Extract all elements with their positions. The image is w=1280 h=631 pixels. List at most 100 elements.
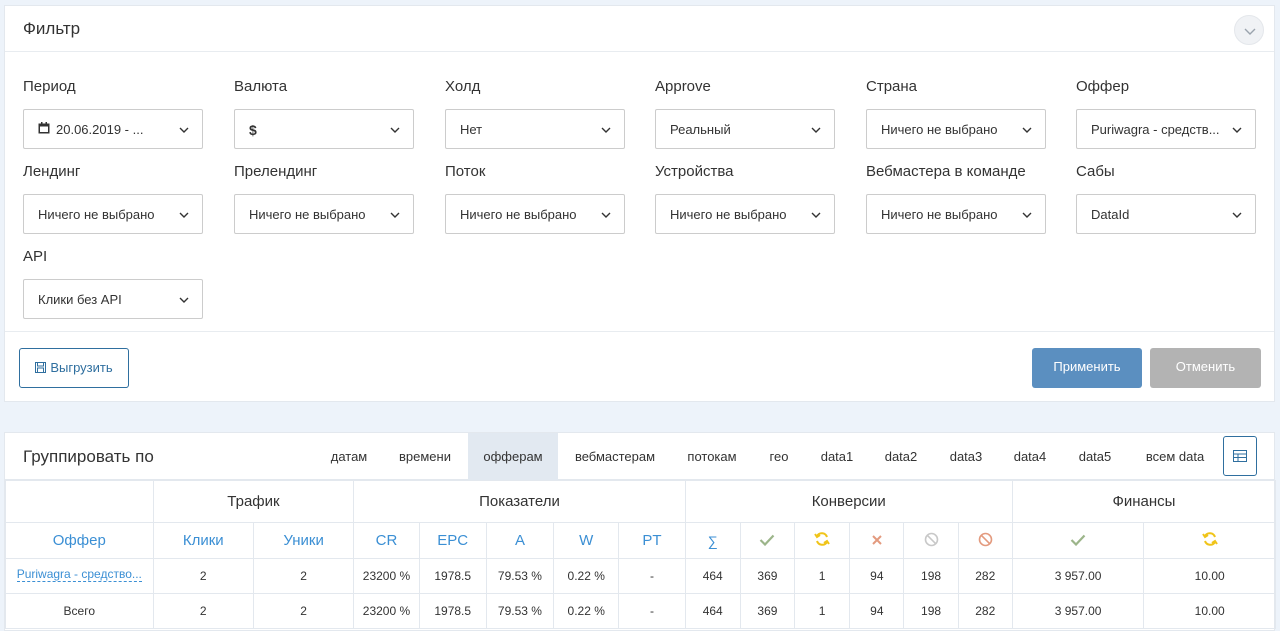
col-rejected[interactable] <box>849 522 905 559</box>
cell-w: 0.22 % <box>553 593 620 629</box>
col-sum[interactable]: ∑ <box>684 522 741 559</box>
select-value: Puriwagra - средств... <box>1091 122 1220 137</box>
cell-cr: 23200 % <box>353 558 420 594</box>
tab-data4[interactable]: data4 <box>1006 433 1054 480</box>
stream-select[interactable]: Ничего не выбрано <box>445 194 625 234</box>
tab-data3[interactable]: data3 <box>942 433 990 480</box>
col-epc[interactable]: EPC <box>418 522 487 559</box>
field-stream: Поток Ничего не выбрано <box>445 162 625 234</box>
field-period: Период 20.06.2019 - ... <box>23 77 203 149</box>
devices-select[interactable]: Ничего не выбрано <box>655 194 835 234</box>
col-trash[interactable] <box>903 522 959 559</box>
group-header: Группировать по датам времени офферам ве… <box>5 433 1274 480</box>
col-cr[interactable]: CR <box>353 522 420 559</box>
cell-uniques: 2 <box>252 593 355 629</box>
field-offer: Оффер Puriwagra - средств... <box>1076 77 1256 149</box>
chevron-down-icon <box>1232 127 1242 133</box>
select-value: Ничего не выбрано <box>249 207 366 222</box>
cell-hold: 1 <box>794 593 851 629</box>
field-label: Оффер <box>1076 78 1130 95</box>
approve-select[interactable]: Реальный <box>655 109 835 149</box>
period-select[interactable]: 20.06.2019 - ... <box>23 109 203 149</box>
hold-select[interactable]: Нет <box>445 109 625 149</box>
tab-data1[interactable]: data1 <box>813 433 861 480</box>
group-header-row: Трафик Показатели Конверсии Финансы <box>5 480 1277 523</box>
chevron-down-icon <box>601 127 611 133</box>
field-label: Период <box>23 78 76 95</box>
chevron-down-icon <box>1232 212 1242 218</box>
field-label: Холд <box>445 78 481 95</box>
chevron-down-icon <box>179 212 189 218</box>
cell-cancelled: 282 <box>957 593 1013 629</box>
field-label: Лендинг <box>23 163 81 180</box>
stats-table: Трафик Показатели Конверсии Финансы Оффе… <box>5 480 1277 629</box>
calendar-icon <box>38 122 50 134</box>
cell-clicks: 2 <box>152 593 254 629</box>
select-value: Ничего не выбрано <box>460 207 577 222</box>
field-approve: Approve Реальный <box>655 77 835 149</box>
tab-streams[interactable]: потокам <box>679 433 745 480</box>
col-offer[interactable]: Оффер <box>5 522 154 559</box>
col-pt[interactable]: PT <box>618 522 686 559</box>
chevron-down-icon <box>811 212 821 218</box>
col-cancelled[interactable] <box>957 522 1013 559</box>
filter-panel: Фильтр Период 20.06.2019 - ... Валюта $ … <box>4 5 1275 402</box>
offer-cell: Puriwagra - средство... <box>5 558 154 594</box>
tab-data2[interactable]: data2 <box>877 433 925 480</box>
cell-pt: - <box>618 593 686 629</box>
group-finance: Финансы <box>1011 480 1277 523</box>
col-a[interactable]: A <box>485 522 555 559</box>
chevron-down-icon <box>179 297 189 303</box>
api-select[interactable]: Клики без API <box>23 279 203 319</box>
chevron-down-icon <box>1022 127 1032 133</box>
tab-dates[interactable]: датам <box>321 433 377 480</box>
cell-cancelled: 282 <box>957 558 1013 594</box>
tab-geo[interactable]: гео <box>761 433 797 480</box>
field-landing: Лендинг Ничего не выбрано <box>23 162 203 234</box>
offer-link[interactable]: Puriwagra - средство... <box>16 567 142 582</box>
field-prelanding: Прелендинг Ничего не выбрано <box>234 162 414 234</box>
export-button[interactable]: Выгрузить <box>19 348 129 388</box>
col-w[interactable]: W <box>553 522 620 559</box>
refresh-icon <box>814 532 830 546</box>
offer-select[interactable]: Puriwagra - средств... <box>1076 109 1256 149</box>
group-panel: Группировать по датам времени офферам ве… <box>4 432 1277 631</box>
col-fin-hold[interactable] <box>1143 522 1276 559</box>
field-country: Страна Ничего не выбрано <box>866 77 1046 149</box>
tab-offers[interactable]: офферам <box>468 433 558 480</box>
prelanding-select[interactable]: Ничего не выбрано <box>234 194 414 234</box>
apply-button[interactable]: Применить <box>1032 348 1142 388</box>
chevron-down-icon <box>1022 212 1032 218</box>
chevron-down-icon <box>1244 28 1256 35</box>
select-value: Реальный <box>670 122 731 137</box>
cell-trash: 198 <box>903 558 959 594</box>
tab-webmasters[interactable]: вебмастерам <box>565 433 665 480</box>
col-hold[interactable] <box>794 522 851 559</box>
team-webmasters-select[interactable]: Ничего не выбрано <box>866 194 1046 234</box>
field-label: Устройства <box>655 163 734 180</box>
cell-rejected: 94 <box>849 593 905 629</box>
tab-all-data[interactable]: всем data <box>1135 433 1215 480</box>
landing-select[interactable]: Ничего не выбрано <box>23 194 203 234</box>
collapse-button[interactable] <box>1234 15 1264 45</box>
cell-fin-approved: 3 957.00 <box>1011 558 1145 594</box>
tab-time[interactable]: времени <box>389 433 461 480</box>
country-select[interactable]: Ничего не выбрано <box>866 109 1046 149</box>
cell-epc: 1978.5 <box>418 593 487 629</box>
tab-data5[interactable]: data5 <box>1071 433 1119 480</box>
currency-select[interactable]: $ <box>234 109 414 149</box>
cell-approved: 369 <box>739 558 796 594</box>
col-fin-approved[interactable] <box>1011 522 1145 559</box>
subs-select[interactable]: DataId <box>1076 194 1256 234</box>
refresh-icon <box>1201 532 1218 546</box>
table-view-button[interactable] <box>1223 436 1257 476</box>
group-title: Группировать по <box>23 447 154 466</box>
check-icon <box>1070 534 1086 546</box>
cancel-button[interactable]: Отменить <box>1150 348 1261 388</box>
col-clicks[interactable]: Клики <box>152 522 254 559</box>
col-approved[interactable] <box>739 522 796 559</box>
filter-title: Фильтр <box>23 19 81 38</box>
col-uniques[interactable]: Уники <box>252 522 355 559</box>
cell-hold: 1 <box>794 558 851 594</box>
chevron-down-icon <box>601 212 611 218</box>
